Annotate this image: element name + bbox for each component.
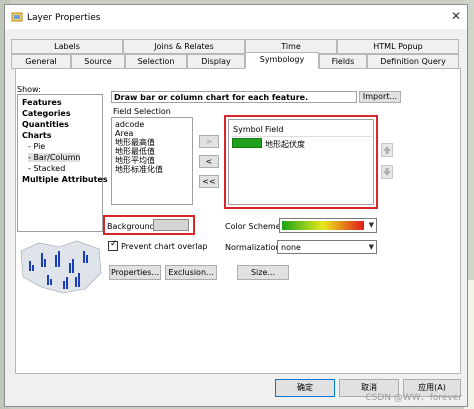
chart-preview-image [19, 233, 103, 297]
tab-symbology[interactable]: Symbology [245, 52, 319, 69]
properties-button[interactable]: Properties... [109, 265, 161, 280]
tab-labels[interactable]: Labels [11, 39, 123, 54]
remove-field-button[interactable]: < [199, 155, 219, 168]
normalization-value: none [281, 243, 301, 252]
tab-selection[interactable]: Selection [125, 54, 187, 69]
tree-stacked[interactable]: - Stacked [28, 164, 65, 173]
tab-joins-relates[interactable]: Joins & Relates [123, 39, 245, 54]
tree-bar-column[interactable]: - Bar/Column [28, 153, 81, 162]
tab-display[interactable]: Display [187, 54, 245, 69]
tree-quantities[interactable]: Quantities [22, 120, 69, 129]
checkmark-icon: ✓ [110, 239, 118, 249]
field-item-area[interactable]: Area [115, 129, 189, 138]
color-scheme-ramp [282, 221, 364, 230]
show-label: Show: [17, 85, 41, 94]
field-item-adcode[interactable]: adcode [115, 120, 189, 129]
size-button[interactable]: Size... [237, 265, 289, 280]
exclusion-button[interactable]: Exclusion... [165, 265, 217, 280]
tree-categories[interactable]: Categories [22, 109, 71, 118]
watermark: CSDN @WW、forever [365, 393, 462, 403]
color-scheme-label: Color Scheme: [225, 222, 284, 231]
prevent-overlap-label: Prevent chart overlap [121, 242, 208, 251]
layer-properties-window: Layer Properties ✕ Labels Joins & Relate… [4, 4, 468, 407]
normalization-dropdown[interactable]: none ▼ [277, 240, 377, 254]
move-up-icon[interactable] [381, 143, 393, 157]
import-button[interactable]: Import... [359, 91, 401, 103]
highlight-symbol-table [224, 115, 378, 209]
ok-button[interactable]: 确定 [275, 379, 335, 397]
field-item-max[interactable]: 地形最高值 [115, 138, 189, 147]
move-down-icon[interactable] [381, 165, 393, 179]
window-title: Layer Properties [27, 13, 101, 23]
color-scheme-dropdown[interactable]: ▼ [279, 218, 377, 233]
tab-source[interactable]: Source [71, 54, 125, 69]
field-item-min[interactable]: 地形最低值 [115, 147, 189, 156]
tab-definition-query[interactable]: Definition Query [367, 54, 459, 69]
tree-charts[interactable]: Charts [22, 131, 52, 140]
remove-all-fields-button[interactable]: << [199, 175, 219, 188]
show-tree: Features Categories Quantities Charts - … [17, 94, 108, 232]
title-bar: Layer Properties ✕ [5, 5, 467, 29]
highlight-background [103, 215, 195, 235]
tree-pie[interactable]: - Pie [28, 142, 45, 151]
add-field-button[interactable]: > [199, 135, 219, 148]
description-text: Draw bar or column chart for each featur… [114, 93, 309, 102]
normalization-label: Normalization: [225, 243, 284, 252]
tab-fields[interactable]: Fields [319, 54, 367, 69]
tree-multiple-attributes[interactable]: Multiple Attributes [22, 175, 108, 184]
field-selection-label: Field Selection [113, 107, 171, 116]
description-field[interactable]: Draw bar or column chart for each featur… [111, 91, 357, 103]
tab-html-popup[interactable]: HTML Popup [337, 39, 459, 54]
tree-features[interactable]: Features [22, 98, 62, 107]
field-item-std[interactable]: 地形标准化值 [115, 165, 189, 174]
prevent-overlap-checkbox[interactable]: ✓ [108, 239, 118, 251]
layer-properties-icon [11, 12, 23, 22]
chevron-down-icon: ▼ [368, 221, 374, 229]
field-selection-list[interactable]: adcode Area 地形最高值 地形最低值 地形平均值 地形标准化值 [111, 117, 193, 205]
tab-general[interactable]: General [11, 54, 71, 69]
close-icon[interactable]: ✕ [451, 9, 461, 23]
field-item-mean[interactable]: 地形平均值 [115, 156, 189, 165]
chevron-down-icon: ▼ [368, 243, 374, 251]
